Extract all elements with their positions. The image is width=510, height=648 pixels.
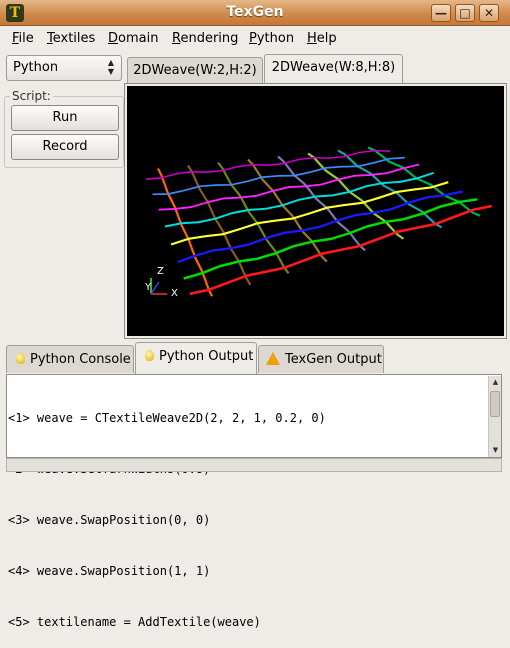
- axis-x-label: X: [171, 288, 178, 299]
- axis-z-line: [150, 281, 160, 295]
- maximize-icon: □: [459, 6, 471, 20]
- tab-texgen-output[interactable]: TexGen Output: [258, 345, 384, 373]
- output-line: <1> weave = CTextileWeave2D(2, 2, 1, 0.2…: [8, 411, 326, 425]
- scroll-down-icon[interactable]: ▼: [489, 444, 502, 457]
- horizontal-scrollbar[interactable]: [6, 458, 502, 472]
- bulb-icon: [145, 350, 154, 361]
- menu-domain[interactable]: Domain: [108, 31, 158, 46]
- axis-y-label: Y: [144, 282, 152, 293]
- menu-textiles[interactable]: Textiles: [47, 31, 95, 46]
- tab-weave-8x8[interactable]: 2DWeave(W:8,H:8): [264, 54, 403, 83]
- warning-icon: [266, 352, 280, 365]
- menu-rendering[interactable]: Rendering: [172, 31, 238, 46]
- output-line: <4> weave.SwapPosition(1, 1): [8, 564, 211, 578]
- maximize-button[interactable]: □: [455, 4, 475, 22]
- output-text: <1> weave = CTextileWeave2D(2, 2, 1, 0.2…: [8, 376, 486, 648]
- tab-python-output[interactable]: Python Output: [135, 342, 257, 374]
- 3d-viewport[interactable]: ZY X: [127, 86, 504, 336]
- menu-file[interactable]: File: [12, 31, 34, 46]
- combo-arrows-icon: ▲ ▼: [107, 58, 115, 76]
- warp-yarn: [367, 146, 481, 217]
- axis-z-label: Z: [157, 266, 164, 277]
- minimize-button[interactable]: —: [431, 4, 451, 22]
- close-icon: ✕: [483, 6, 495, 20]
- bulb-icon: [16, 353, 25, 364]
- menu-python[interactable]: Python: [249, 31, 294, 46]
- scroll-thumb[interactable]: [490, 391, 500, 417]
- tab-python-console[interactable]: Python Console: [6, 345, 134, 373]
- menu-help[interactable]: Help: [307, 31, 337, 46]
- script-language-value: Python: [13, 60, 59, 75]
- close-button[interactable]: ✕: [479, 4, 499, 22]
- weave-render: ZY X: [144, 146, 493, 299]
- script-frame-label: Script:: [10, 89, 53, 103]
- output-line: <5> textilename = AddTextile(weave): [8, 615, 261, 629]
- record-button[interactable]: Record: [11, 134, 119, 160]
- scroll-up-icon[interactable]: ▲: [489, 376, 502, 389]
- minimize-icon: —: [435, 6, 447, 20]
- tab-weave-2x2[interactable]: 2DWeave(W:2,H:2): [127, 57, 263, 83]
- vertical-scrollbar[interactable]: ▲ ▼: [488, 376, 501, 457]
- run-button[interactable]: Run: [11, 105, 119, 131]
- output-line: <3> weave.SwapPosition(0, 0): [8, 513, 211, 527]
